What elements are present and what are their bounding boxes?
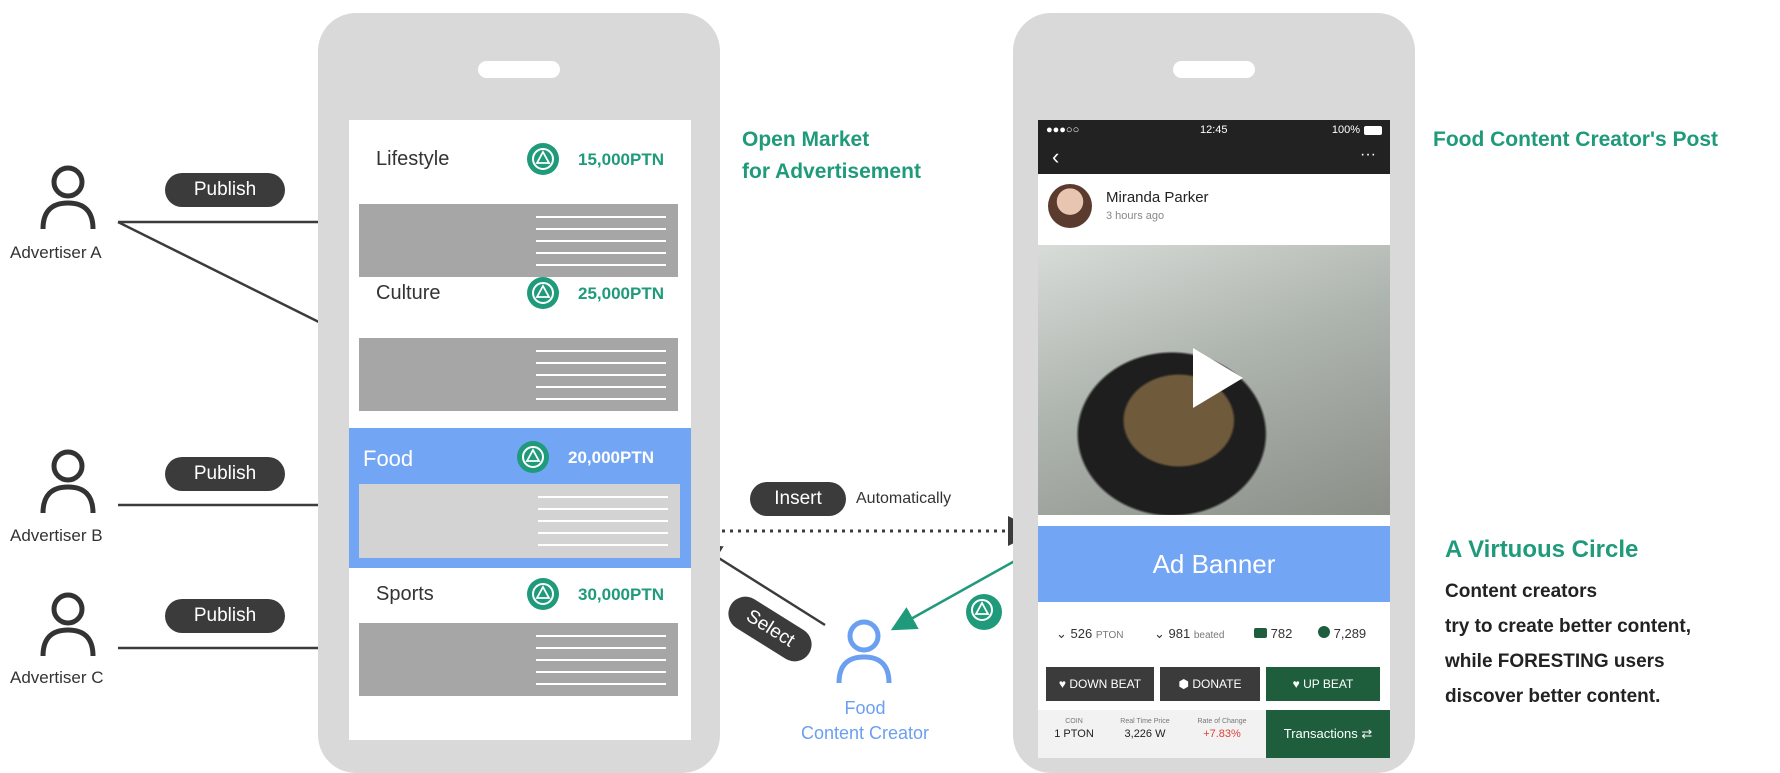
- automatically-label: Automatically: [856, 490, 952, 507]
- pton-coin-icon: [527, 578, 559, 610]
- battery-icon: [1364, 126, 1382, 135]
- category-sports-price: 30,000PTN: [578, 585, 664, 604]
- pton-coin-icon: [527, 143, 559, 175]
- up-beat-button[interactable]: ♥ UP BEAT: [1266, 667, 1380, 701]
- virtuous-circle-heading: A Virtuous Circle: [1445, 536, 1639, 563]
- advertiser-a-label: Advertiser A: [10, 243, 102, 262]
- food-creator-icon: [834, 617, 894, 687]
- coin-cell: COIN 1 PTON: [1054, 718, 1094, 740]
- publish-pill-c: Publish: [165, 599, 285, 633]
- check-icon: [1318, 626, 1330, 638]
- play-icon[interactable]: [1193, 348, 1243, 408]
- status-bar: ●●●○○ 12:45 100%: [1038, 120, 1390, 142]
- down-beat-button[interactable]: ♥ DOWN BEAT: [1046, 667, 1154, 701]
- virtuous-line-4: discover better content.: [1445, 686, 1661, 707]
- pton-coin-icon: [517, 441, 549, 473]
- comment-icon: [1254, 628, 1267, 638]
- virtuous-line-2: try to create better content,: [1445, 616, 1691, 637]
- select-pill: Select: [721, 590, 819, 668]
- category-lifestyle-price: 15,000PTN: [578, 150, 664, 169]
- nav-bar: ‹ ···: [1038, 142, 1390, 174]
- signal-icon: ●●●○○: [1046, 124, 1080, 136]
- publish-pill-b: Publish: [165, 457, 285, 491]
- more-icon[interactable]: ···: [1360, 146, 1376, 164]
- food-creator-label: Food Content Creator: [800, 698, 930, 743]
- phone-speaker: [1173, 61, 1255, 78]
- advertiser-b-icon: [38, 447, 98, 517]
- rate-change-cell: Rate of Change +7.83%: [1197, 718, 1247, 740]
- pton-coin-icon: [527, 277, 559, 309]
- ad-slot-sports[interactable]: [359, 623, 678, 696]
- pton-coin-icon: [966, 594, 1002, 630]
- category-food-price: 20,000PTN: [568, 448, 654, 467]
- check-stat: 7,289: [1318, 626, 1366, 641]
- donate-button[interactable]: ⬢ DONATE: [1160, 667, 1260, 701]
- beated-stat: ⌄ 981 beated: [1154, 626, 1225, 641]
- advertiser-c-icon: [38, 590, 98, 660]
- category-culture-price: 25,000PTN: [578, 284, 664, 303]
- pton-stat: ⌄ 526 PTON: [1056, 626, 1124, 641]
- advertiser-c-label: Advertiser C: [10, 668, 104, 687]
- ad-slot-food[interactable]: [359, 484, 680, 558]
- category-culture-title: Culture: [376, 282, 441, 304]
- realtime-price-cell: Real Time Price 3,226 W: [1120, 718, 1170, 740]
- transactions-button[interactable]: Transactions ⇄: [1266, 710, 1390, 758]
- virtuous-line-3: while FORESTING users: [1445, 651, 1665, 672]
- category-food-title: Food: [363, 446, 414, 471]
- post-heading: Food Content Creator's Post: [1433, 128, 1718, 151]
- market-screen: Lifestyle 15,000PTN Culture 25,000PTN Fo…: [349, 120, 691, 740]
- open-market-heading: Open Market for Advertisement: [742, 128, 921, 183]
- comment-stat: 782: [1254, 626, 1292, 641]
- video-thumbnail[interactable]: [1038, 245, 1390, 515]
- ad-slot-lifestyle[interactable]: [359, 204, 678, 277]
- back-chevron-icon[interactable]: ‹: [1052, 144, 1059, 170]
- category-food-highlight[interactable]: Food 20,000PTN: [349, 428, 691, 568]
- ad-banner[interactable]: Ad Banner: [1038, 526, 1390, 602]
- author-name[interactable]: Miranda Parker: [1106, 189, 1209, 206]
- category-lifestyle-title: Lifestyle: [376, 148, 450, 170]
- post-phone: ●●●○○ 12:45 100% ‹ ··· Miranda Parker 3 …: [1013, 13, 1415, 773]
- virtuous-line-1: Content creators: [1445, 581, 1598, 602]
- phone-speaker: [478, 61, 560, 78]
- post-screen: ●●●○○ 12:45 100% ‹ ··· Miranda Parker 3 …: [1038, 120, 1390, 758]
- publish-pill-a: Publish: [165, 173, 285, 207]
- ad-slot-culture[interactable]: [359, 338, 678, 411]
- category-sports-title: Sports: [376, 583, 434, 605]
- insert-pill: Insert: [750, 482, 846, 516]
- author-avatar[interactable]: [1048, 184, 1092, 228]
- advertiser-b-label: Advertiser B: [10, 526, 103, 545]
- post-time: 3 hours ago: [1106, 210, 1165, 222]
- status-battery: 100%: [1331, 124, 1360, 136]
- advertiser-a-icon: [38, 163, 98, 233]
- market-phone: Lifestyle 15,000PTN Culture 25,000PTN Fo…: [318, 13, 720, 773]
- status-time: 12:45: [1200, 124, 1228, 136]
